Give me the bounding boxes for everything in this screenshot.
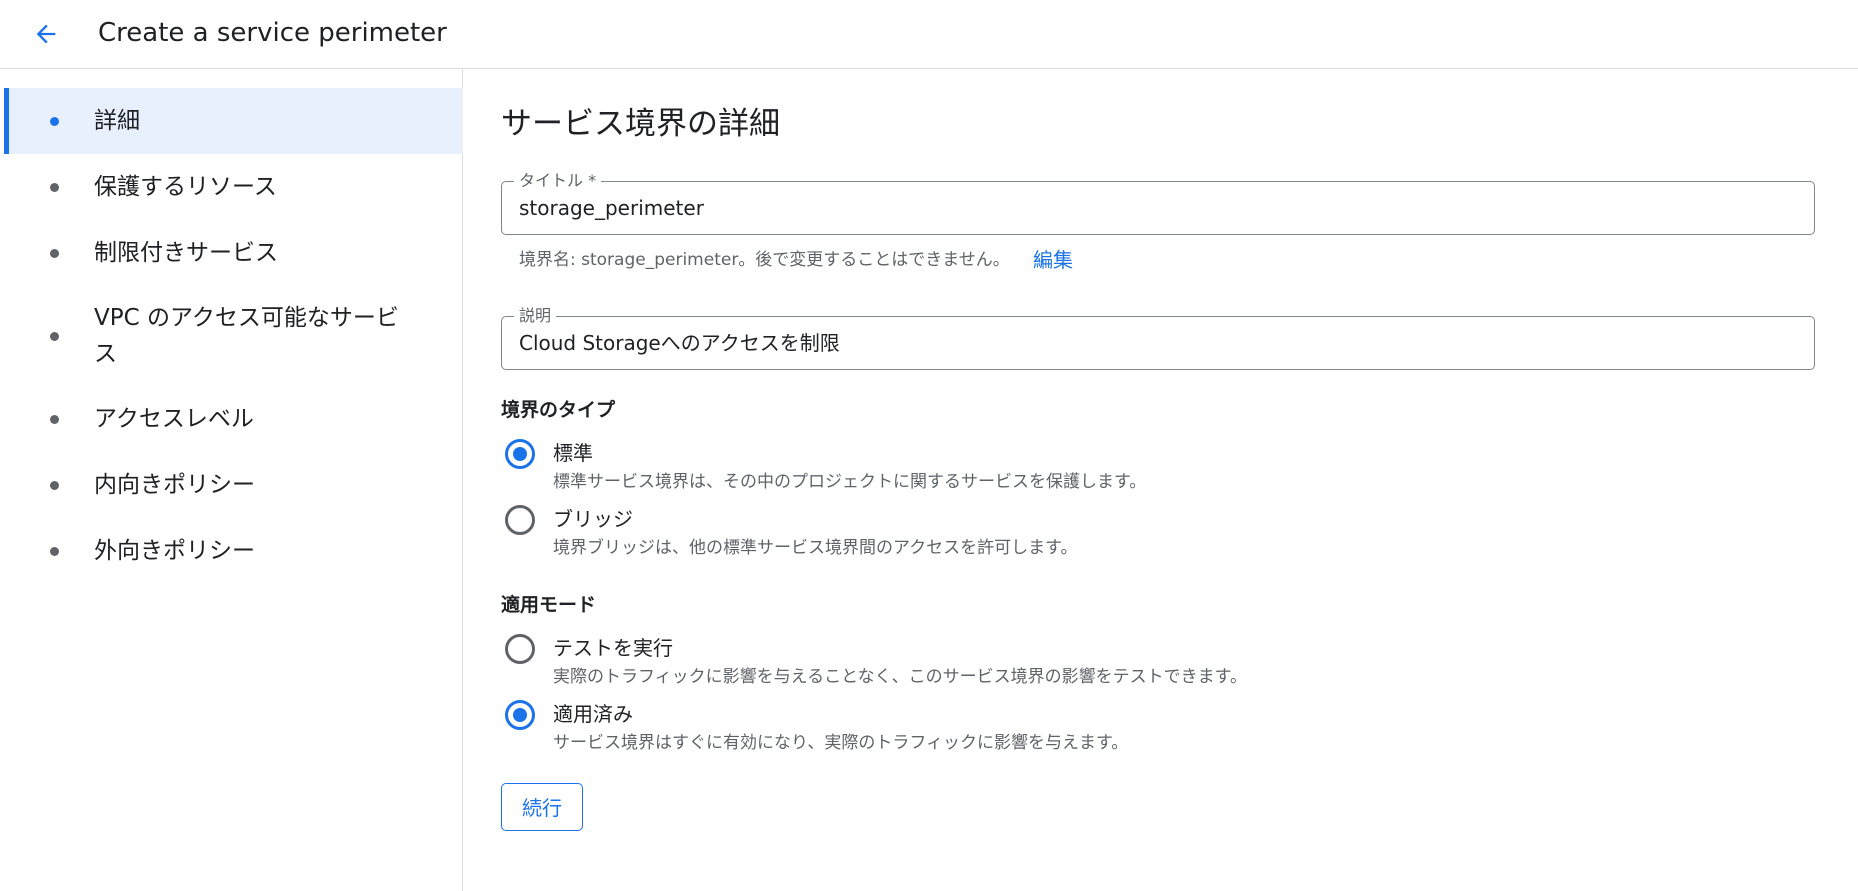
radio-label: テストを実行 [553, 636, 673, 660]
title-field[interactable]: タイトル * [501, 171, 1815, 235]
perimeter-name-helper: 境界名: storage_perimeter。後で変更することはできません。 [519, 250, 1010, 270]
radio-standard[interactable]: 標準 標準サービス境界は、その中のプロジェクトに関するサービスを保護します。 [501, 437, 1501, 493]
sidebar-item-access-levels[interactable]: アクセスレベル [4, 386, 463, 452]
radio-label: 適用済み [553, 702, 633, 726]
sidebar-item-protected-resources[interactable]: 保護するリソース [4, 154, 463, 220]
sidebar-item-label: 詳細 [94, 108, 140, 134]
sidebar-item-label: 保護するリソース [94, 174, 277, 200]
title-input[interactable] [519, 194, 1789, 222]
radio-description: 標準サービス境界は、その中のプロジェクトに関するサービスを保護します。 [553, 472, 1147, 492]
radio-dry-run[interactable]: テストを実行 実際のトラフィックに影響を与えることなく、このサービス境界の影響を… [501, 632, 1501, 688]
sidebar-item-vpc-accessible-services[interactable]: VPC のアクセス可能なサービス [4, 286, 463, 386]
radio-enforced[interactable]: 適用済み サービス境界はすぐに有効になり、実際のトラフィックに影響を与えます。 [501, 698, 1501, 754]
sidebar-item-ingress-policy[interactable]: 内向きポリシー [4, 452, 463, 518]
sidebar-item-label: 外向きポリシー [94, 538, 255, 564]
radio-bridge[interactable]: ブリッジ 境界ブリッジは、他の標準サービス境界間のアクセスを許可します。 [501, 503, 1501, 559]
radio-checked-icon[interactable] [505, 700, 535, 730]
bullet-icon [50, 183, 59, 192]
perimeter-type-title: 境界のタイプ [501, 399, 616, 421]
description-field[interactable]: 説明 [501, 306, 1815, 370]
bullet-icon [50, 547, 59, 556]
page-header: Create a service perimeter [0, 0, 1858, 69]
radio-unchecked-icon[interactable] [505, 634, 535, 664]
radio-label: 標準 [553, 441, 593, 465]
main-content: サービス境界の詳細 タイトル * 境界名: storage_perimeter。… [463, 69, 1858, 891]
sidebar-item-label: VPC のアクセス可能なサービス [94, 305, 399, 367]
bullet-icon [50, 249, 59, 258]
edit-link[interactable]: 編集 [1033, 246, 1073, 274]
title-field-label: タイトル * [514, 171, 602, 191]
sidebar-nav: 詳細 保護するリソース 制限付きサービス VPC のアクセス可能なサービス アク… [0, 69, 463, 891]
back-button[interactable] [26, 14, 66, 54]
bullet-icon [50, 481, 59, 490]
sidebar-item-label: アクセスレベル [94, 406, 254, 432]
bullet-icon [50, 332, 59, 341]
description-input[interactable] [519, 329, 1789, 357]
radio-description: サービス境界はすぐに有効になり、実際のトラフィックに影響を与えます。 [553, 733, 1129, 753]
bullet-icon [50, 117, 59, 126]
sidebar-item-egress-policy[interactable]: 外向きポリシー [4, 518, 463, 584]
radio-description: 実際のトラフィックに影響を与えることなく、このサービス境界の影響をテストできます… [553, 667, 1247, 687]
sidebar-item-details[interactable]: 詳細 [4, 88, 463, 154]
sidebar-item-label: 制限付きサービス [94, 240, 278, 266]
description-field-label: 説明 [514, 306, 557, 326]
bullet-icon [50, 415, 59, 424]
section-title: サービス境界の詳細 [501, 106, 780, 142]
continue-button[interactable]: 続行 [501, 783, 583, 831]
sidebar-item-restricted-services[interactable]: 制限付きサービス [4, 220, 463, 286]
sidebar-item-label: 内向きポリシー [94, 472, 255, 498]
enforcement-mode-title: 適用モード [501, 594, 597, 616]
page-title: Create a service perimeter [98, 18, 447, 48]
radio-description: 境界ブリッジは、他の標準サービス境界間のアクセスを許可します。 [553, 538, 1078, 558]
arrow-back-icon [36, 24, 56, 44]
radio-label: ブリッジ [553, 507, 633, 531]
active-indicator [4, 88, 9, 154]
radio-checked-icon[interactable] [505, 439, 535, 469]
radio-unchecked-icon[interactable] [505, 505, 535, 535]
